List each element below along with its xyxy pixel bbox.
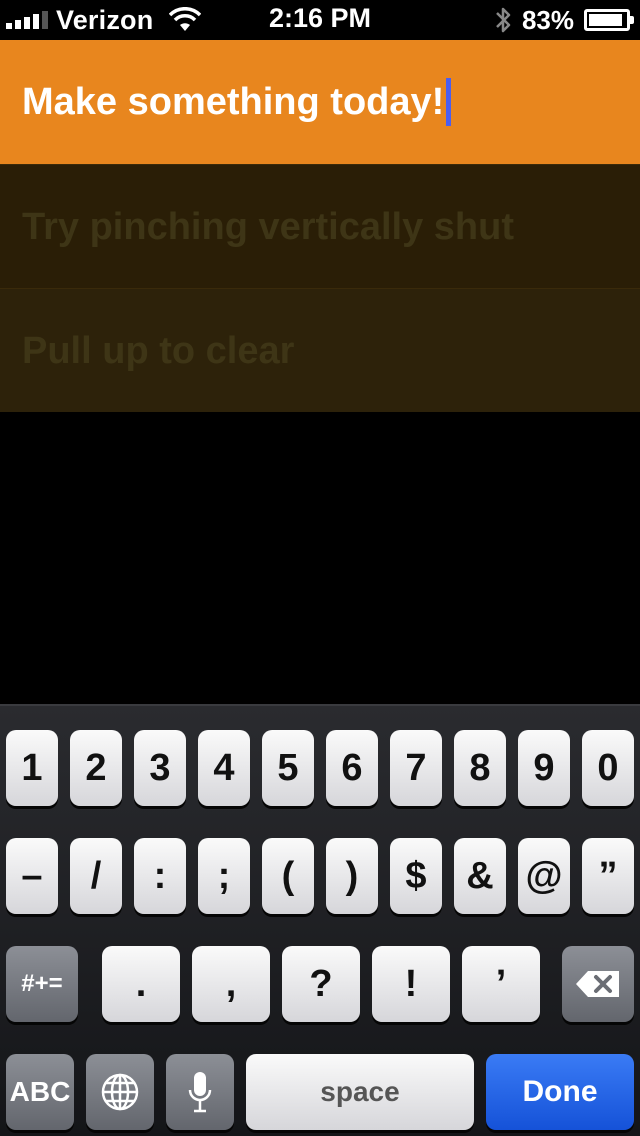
key-comma[interactable]: , (192, 946, 270, 1022)
key-3[interactable]: 3 (134, 730, 186, 806)
globe-icon (101, 1073, 139, 1111)
battery-percent: 83% (521, 4, 574, 35)
abc-key[interactable]: ABC (6, 1054, 74, 1130)
key-semicolon[interactable]: ; (198, 838, 250, 914)
key-5[interactable]: 5 (262, 730, 314, 806)
key-colon[interactable]: : (134, 838, 186, 914)
key-at[interactable]: @ (518, 838, 570, 914)
list-item-label: Try pinching vertically shut (22, 205, 515, 248)
key-7[interactable]: 7 (390, 730, 442, 806)
list-item-label: Pull up to clear (22, 329, 295, 372)
battery-icon (584, 9, 634, 31)
list-item[interactable]: Try pinching vertically shut (0, 164, 640, 288)
status-bar: Verizon 2:16 PM 83% (0, 0, 640, 40)
microphone-icon (188, 1072, 212, 1113)
key-2[interactable]: 2 (70, 730, 122, 806)
list-item-editing[interactable]: Make something today! (0, 40, 640, 164)
delete-key[interactable] (562, 946, 634, 1022)
key-open-paren[interactable]: ( (262, 838, 314, 914)
editing-item-text[interactable]: Make something today! (22, 81, 444, 124)
key-1[interactable]: 1 (6, 730, 58, 806)
key-exclamation[interactable]: ! (372, 946, 450, 1022)
key-9[interactable]: 9 (518, 730, 570, 806)
key-dash[interactable]: – (6, 838, 58, 914)
key-question[interactable]: ? (282, 946, 360, 1022)
key-apostrophe[interactable]: ’ (462, 946, 540, 1022)
key-dollar[interactable]: $ (390, 838, 442, 914)
globe-key[interactable] (86, 1054, 154, 1130)
more-symbols-key[interactable]: #+= (6, 946, 78, 1022)
keyboard: 1 2 3 4 5 6 7 8 9 0 – / : ; ( ) $ & @ ” … (0, 704, 640, 1136)
dictation-key[interactable] (166, 1054, 234, 1130)
list-item[interactable]: Pull up to clear (0, 288, 640, 412)
text-cursor (446, 78, 452, 126)
done-key[interactable]: Done (486, 1054, 634, 1130)
key-8[interactable]: 8 (454, 730, 506, 806)
delete-icon (576, 971, 619, 997)
key-close-paren[interactable]: ) (326, 838, 378, 914)
key-4[interactable]: 4 (198, 730, 250, 806)
key-slash[interactable]: / (70, 838, 122, 914)
space-key[interactable]: space (246, 1054, 474, 1130)
key-0[interactable]: 0 (582, 730, 634, 806)
key-ampersand[interactable]: & (454, 838, 506, 914)
key-6[interactable]: 6 (326, 730, 378, 806)
key-period[interactable]: . (102, 946, 180, 1022)
status-bar-right: 83% (494, 4, 634, 36)
key-quote[interactable]: ” (582, 838, 634, 914)
bluetooth-icon (496, 7, 511, 33)
